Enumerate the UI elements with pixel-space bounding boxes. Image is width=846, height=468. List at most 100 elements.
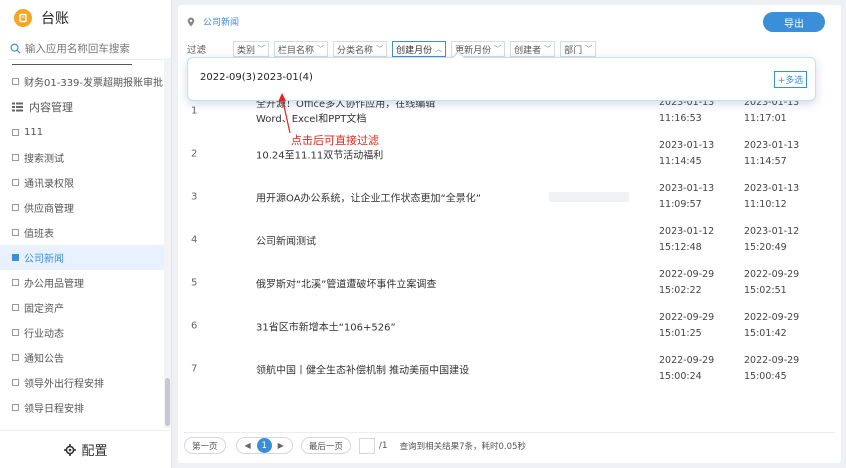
- sidebar-item-search-test[interactable]: 搜索测试: [0, 145, 164, 170]
- table-row[interactable]: 4 公司新闻测试 2023-01-12 15:12:48 2023-01-12 15…: [187, 217, 832, 262]
- sidebar-item-industry-news[interactable]: 行业动态: [0, 320, 164, 345]
- sidebar-item-truncated[interactable]: [0, 58, 164, 69]
- next-page-icon[interactable]: ▶: [274, 441, 288, 450]
- chevron-down-icon: ﹀: [258, 45, 266, 53]
- sidebar-item-label: 办公用品管理: [24, 279, 84, 290]
- sidebar: 台账 财务01-339-发票超期报账审批... 内容管理 111 搜索测试 通讯…: [0, 0, 172, 468]
- sidebar-item-label: 财务01-339-发票超期报账审批...: [24, 78, 164, 89]
- export-button[interactable]: 导出: [763, 12, 825, 32]
- config-button[interactable]: 配置: [0, 430, 172, 468]
- sidebar-item-notices[interactable]: 通知公告: [0, 345, 164, 370]
- sidebar-group-label: 内容管理: [29, 101, 73, 114]
- row-title[interactable]: 俄罗斯对“北溪”管道遭破坏事件立案调查: [256, 275, 436, 290]
- row-updated: 2023-01-12 15:20:49: [744, 224, 799, 256]
- page-jump-input[interactable]: [358, 437, 375, 454]
- annotation-arrow-icon: [278, 93, 291, 134]
- created-time: 15:02:22: [659, 284, 702, 296]
- sidebar-item-label: 搜索测试: [24, 154, 64, 165]
- checkbox-icon: [12, 279, 19, 286]
- page-nav: ◀ 1 ▶: [235, 437, 293, 454]
- created-date: 2023-01-12: [659, 225, 715, 237]
- row-updated: 2022-09-29 15:01:42: [744, 310, 799, 342]
- created-time: 15:00:24: [659, 370, 702, 382]
- row-title[interactable]: 10.24至11.11双节活动福利: [256, 146, 383, 161]
- checkbox-icon: [12, 154, 19, 161]
- sidebar-item-contacts-permission[interactable]: 通讯录权限: [0, 170, 164, 195]
- row-title[interactable]: 领航中国丨健全生态补偿机制 推动美丽中国建设: [256, 361, 469, 376]
- created-time: 15:01:25: [659, 327, 702, 339]
- sidebar-item-label: 领导日程安排: [24, 404, 84, 415]
- filter-chip-label: 栏目名称: [278, 45, 315, 56]
- month-option-2023-01[interactable]: 2023-01(4): [257, 72, 313, 83]
- row-created: 2022-09-29 15:01:25: [659, 310, 714, 342]
- ledger-logo-icon: [14, 9, 32, 27]
- checkbox-icon: [12, 179, 19, 186]
- table-row[interactable]: 2 10.24至11.11双节活动福利 2023-01-13 11:14:45 2…: [187, 131, 832, 176]
- updated-time: 15:01:42: [744, 327, 787, 339]
- sidebar-item-duty-roster[interactable]: 值班表: [0, 220, 164, 245]
- breadcrumb: 公司新闻: [187, 15, 239, 28]
- first-page-button[interactable]: 第一页: [184, 437, 226, 454]
- table-row[interactable]: 3 用开源OA办公系统，让企业工作状态更加“全景化” 2023-01-13 11:…: [187, 174, 832, 219]
- search-input[interactable]: [24, 42, 163, 55]
- checkbox-icon: [12, 379, 19, 386]
- table-row[interactable]: 7 领航中国丨健全生态补偿机制 推动美丽中国建设 2022-09-29 15:00…: [187, 346, 832, 391]
- sidebar-item-label: 通知公告: [24, 354, 64, 365]
- current-page[interactable]: 1: [256, 438, 272, 453]
- checkbox-icon: [12, 354, 19, 361]
- filter-chip-created-month[interactable]: 创建月份 ︿: [392, 41, 447, 57]
- sidebar-item-office-supplies[interactable]: 办公用品管理: [0, 270, 164, 295]
- row-title[interactable]: 用开源OA办公系统，让企业工作状态更加“全景化”: [256, 189, 481, 204]
- sidebar-item-finance-339[interactable]: 财务01-339-发票超期报账审批...: [0, 69, 164, 94]
- row-updated: 2022-09-29 15:02:51: [744, 267, 799, 299]
- filter-chip-department[interactable]: 部门 ﹀: [560, 41, 597, 57]
- row-title[interactable]: 31省区市新增本土“106+526”: [256, 318, 396, 333]
- last-page-button[interactable]: 最后一页: [300, 437, 351, 454]
- multi-select-button[interactable]: +多选: [774, 71, 807, 88]
- checkbox-icon: [12, 78, 19, 85]
- location-pin-icon: [187, 17, 195, 26]
- blurred-content: [549, 192, 629, 202]
- checkbox-icon: [12, 229, 19, 236]
- month-option-2022-09[interactable]: 2022-09(3): [200, 72, 256, 83]
- checkbox-icon: [12, 204, 19, 211]
- annotation-text: 点击后可直接过滤: [291, 134, 379, 147]
- sidebar-item-leader-travel[interactable]: 领导外出行程安排: [0, 370, 164, 395]
- list-icon: [12, 102, 23, 112]
- sidebar-scrollbar-thumb[interactable]: [165, 378, 170, 426]
- total-pages: /1: [378, 440, 388, 451]
- sidebar-item-company-news[interactable]: 公司新闻: [0, 245, 164, 270]
- sidebar-item-label: 供应商管理: [24, 204, 74, 215]
- sidebar-item-fixed-assets[interactable]: 固定资产: [0, 295, 164, 320]
- updated-date: 2022-09-29: [744, 311, 800, 323]
- breadcrumb-current[interactable]: 公司新闻: [203, 15, 239, 28]
- sidebar-search[interactable]: [8, 38, 163, 60]
- filter-chip-creator[interactable]: 创建者 ﹀: [510, 41, 556, 57]
- sidebar-group-content-management[interactable]: 内容管理: [0, 94, 164, 120]
- table-row[interactable]: 6 31省区市新增本土“106+526” 2022-09-29 15:01:25 …: [187, 303, 832, 348]
- chevron-down-icon: ﹀: [494, 45, 502, 53]
- prev-page-icon[interactable]: ◀: [241, 441, 255, 450]
- table-row[interactable]: 5 俄罗斯对“北溪”管道遭破坏事件立案调查 2022-09-29 15:02:22…: [187, 260, 832, 305]
- sidebar-scrollbar[interactable]: [164, 58, 171, 428]
- created-date: 2022-09-29: [659, 268, 715, 280]
- updated-time: 15:00:45: [744, 370, 787, 382]
- row-title[interactable]: 公司新闻测试: [256, 232, 316, 247]
- row-number: 2: [191, 148, 198, 159]
- pagination: 第一页 ◀ 1 ▶ 最后一页 /1 查询到相关结果7条，耗时0.05秒: [184, 432, 835, 458]
- sidebar-item-111[interactable]: 111: [0, 120, 164, 145]
- filter-chip-class-name[interactable]: 分类名称 ﹀: [333, 41, 388, 57]
- filter-chip-column-name[interactable]: 栏目名称 ﹀: [274, 41, 329, 57]
- sidebar-item-supplier[interactable]: 供应商管理: [0, 195, 164, 220]
- created-date: 2023-01-13: [659, 182, 715, 194]
- row-updated: 2023-01-13 11:14:57: [744, 138, 799, 170]
- filter-chip-label: 类别: [237, 45, 256, 56]
- filter-chip-category[interactable]: 类别 ﹀: [233, 41, 270, 57]
- row-number: 6: [191, 320, 198, 331]
- created-time: 15:12:48: [659, 241, 702, 253]
- filter-chip-label: 创建者: [514, 45, 542, 56]
- row-number: 3: [191, 191, 198, 202]
- sidebar-item-leader-schedule[interactable]: 领导日程安排: [0, 395, 164, 420]
- sidebar-item-label: 固定资产: [24, 304, 64, 315]
- filter-chip-label: 部门: [564, 45, 583, 56]
